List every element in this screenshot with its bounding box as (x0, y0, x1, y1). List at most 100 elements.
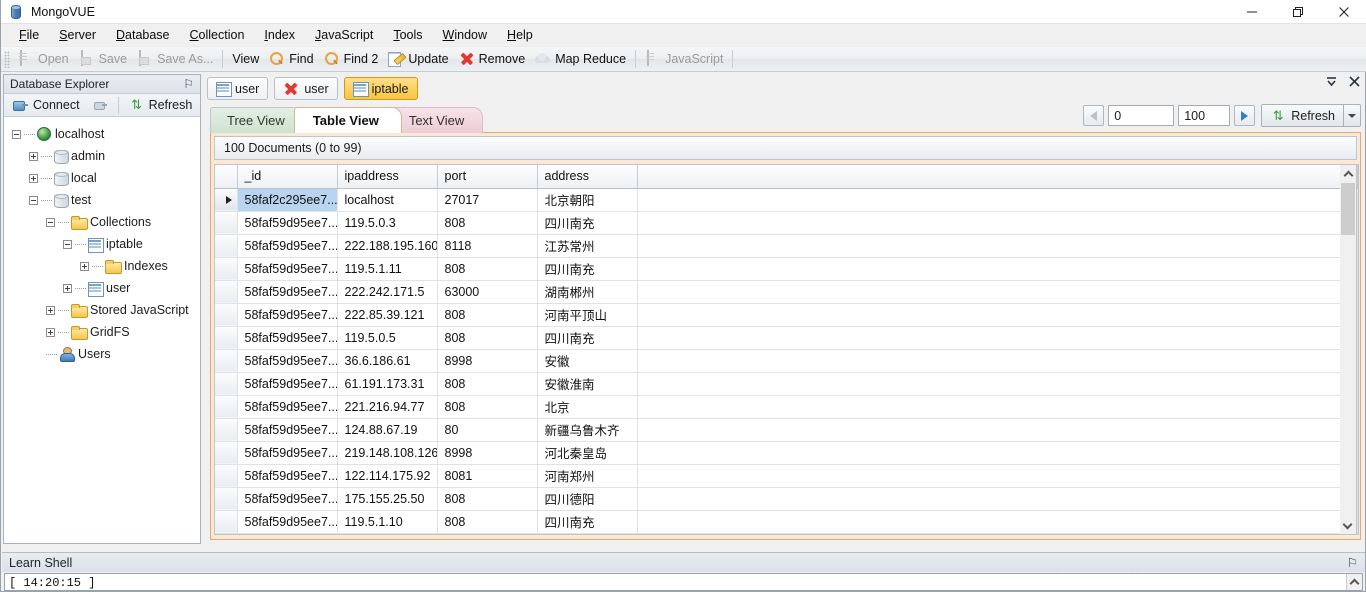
cell-id[interactable]: 58faf59d95ee7... (237, 303, 338, 327)
document-tab-iptable-2[interactable]: iptable (343, 77, 418, 100)
table-row[interactable]: 58faf59d95ee7... 222.242.171.5 63000 湖南郴州 (215, 280, 1358, 304)
view-button[interactable]: View (227, 49, 264, 70)
row-selector-cell[interactable] (215, 349, 238, 373)
tree-expander[interactable] (63, 283, 72, 293)
row-selector-cell[interactable] (215, 257, 238, 281)
menu-window[interactable]: Window (433, 25, 497, 46)
cell-ipaddress[interactable]: 119.5.0.5 (337, 326, 438, 350)
cell-ipaddress[interactable]: 222.85.39.121 (337, 303, 438, 327)
remove-button[interactable]: Remove (454, 49, 531, 70)
cell-port[interactable]: 8118 (437, 234, 538, 258)
row-selector-cell[interactable] (215, 211, 238, 235)
cell-id[interactable]: 58faf59d95ee7... (237, 395, 338, 419)
tree-expander[interactable] (29, 151, 38, 161)
cell-ipaddress[interactable]: 119.5.1.11 (337, 257, 438, 281)
cell-port[interactable]: 27017 (437, 188, 538, 212)
cell-address[interactable]: 新疆乌鲁木齐 (537, 418, 638, 442)
scrollbar-thumb[interactable] (1341, 183, 1355, 235)
menu-help[interactable]: Help (497, 25, 543, 46)
cell-id[interactable]: 58faf59d95ee7... (237, 257, 338, 281)
cell-address[interactable]: 北京 (537, 395, 638, 419)
table-row[interactable]: 58faf59d95ee7... 175.155.25.50 808 四川德阳 (215, 487, 1358, 511)
row-selector-cell[interactable] (215, 326, 238, 350)
tab-tree-view[interactable]: Tree View (210, 107, 304, 133)
row-selector-cell[interactable] (215, 441, 238, 465)
cell-ipaddress[interactable]: 119.5.1.10 (337, 510, 438, 534)
tree-item-gridfs[interactable]: GridFS (4, 321, 200, 343)
cell-id[interactable]: 58faf59d95ee7... (237, 441, 338, 465)
grid-vertical-scrollbar[interactable] (1340, 164, 1357, 535)
cell-id[interactable]: 58faf59d95ee7... (237, 418, 338, 442)
cell-address[interactable]: 四川南充 (537, 257, 638, 281)
refresh-button[interactable]: ⇅ Refresh (1261, 104, 1344, 127)
save-as-button[interactable]: Save As... (132, 49, 218, 70)
data-grid[interactable]: _id ipaddress port address 58faf2c295ee7… (214, 164, 1359, 535)
pin-icon[interactable]: ⚐ (183, 77, 194, 91)
cell-id[interactable]: 58faf59d95ee7... (237, 510, 338, 534)
menu-collection[interactable]: Collection (180, 25, 255, 46)
cell-id[interactable]: 58faf59d95ee7... (237, 211, 338, 235)
cell-ipaddress[interactable]: 61.191.173.31 (337, 372, 438, 396)
toolbar-grip[interactable] (4, 50, 10, 68)
tree-item-admin[interactable]: admin (4, 145, 200, 167)
cell-id[interactable]: 58faf2c295ee7... (237, 188, 338, 212)
tab-text-view[interactable]: Text View (391, 107, 484, 133)
row-selector-cell[interactable] (215, 418, 238, 442)
cell-address[interactable]: 河南平顶山 (537, 303, 638, 327)
shell-output[interactable]: [ 14:20:15 ] (4, 573, 1363, 591)
skip-input[interactable]: 0 (1108, 105, 1175, 126)
cell-port[interactable]: 808 (437, 510, 538, 534)
row-selector-cell[interactable] (215, 395, 238, 419)
collapse-icon[interactable] (1325, 75, 1338, 91)
row-selector-cell[interactable] (215, 280, 238, 304)
document-tab-user-0[interactable]: user (207, 77, 269, 100)
cell-address[interactable]: 安徽 (537, 349, 638, 373)
table-row[interactable]: 58faf59d95ee7... 119.5.0.5 808 四川南充 (215, 326, 1358, 350)
previous-page-button[interactable] (1083, 105, 1105, 126)
row-selector-cell[interactable] (215, 188, 238, 212)
limit-input[interactable]: 100 (1178, 105, 1231, 126)
cell-ipaddress[interactable]: localhost (337, 188, 438, 212)
column-header-address[interactable]: address (537, 165, 638, 189)
table-row[interactable]: 58faf59d95ee7... 124.88.67.19 80 新疆乌鲁木齐 (215, 418, 1358, 442)
explorer-refresh-button[interactable]: ⇅ Refresh (124, 96, 198, 115)
tree-expander[interactable] (12, 129, 21, 139)
cell-port[interactable]: 808 (437, 211, 538, 235)
table-row[interactable]: 58faf59d95ee7... 119.5.1.10 808 四川南充 (215, 510, 1358, 534)
table-row[interactable]: 58faf59d95ee7... 222.85.39.121 808 河南平顶山 (215, 303, 1358, 327)
tree-expander[interactable] (29, 195, 38, 205)
cell-ipaddress[interactable]: 119.5.0.3 (337, 211, 438, 235)
table-row[interactable]: 58faf59d95ee7... 119.5.0.3 808 四川南充 (215, 211, 1358, 235)
tree-expander[interactable] (46, 327, 55, 337)
cell-id[interactable]: 58faf59d95ee7... (237, 326, 338, 350)
table-row[interactable]: 58faf59d95ee7... 36.6.186.61 8998 安徽 (215, 349, 1358, 373)
cell-port[interactable]: 808 (437, 395, 538, 419)
connect-button[interactable]: Connect (8, 96, 85, 115)
open-button[interactable]: Open (13, 49, 74, 70)
document-tab-user-1[interactable]: user (274, 77, 338, 100)
cell-port[interactable]: 808 (437, 257, 538, 281)
cell-ipaddress[interactable]: 221.216.94.77 (337, 395, 438, 419)
tree-item-users[interactable]: Users (4, 343, 200, 365)
scroll-up-button[interactable] (1340, 165, 1356, 182)
tree-expander[interactable] (29, 173, 38, 183)
column-header-ipaddress[interactable]: ipaddress (337, 165, 438, 189)
table-row[interactable]: 58faf2c295ee7... localhost 27017 北京朝阳 (215, 188, 1358, 212)
shell-scroll-up-button[interactable] (1346, 574, 1362, 590)
minimize-button[interactable] (1229, 0, 1275, 24)
cell-port[interactable]: 808 (437, 487, 538, 511)
cell-address[interactable]: 四川德阳 (537, 487, 638, 511)
cell-port[interactable]: 8081 (437, 464, 538, 488)
menu-server[interactable]: Server (49, 25, 106, 46)
cell-ipaddress[interactable]: 222.242.171.5 (337, 280, 438, 304)
cell-ipaddress[interactable]: 36.6.186.61 (337, 349, 438, 373)
cell-ipaddress[interactable]: 122.114.175.92 (337, 464, 438, 488)
cell-id[interactable]: 58faf59d95ee7... (237, 487, 338, 511)
shell-pin-icon[interactable]: ⚐ (1347, 555, 1358, 570)
tree-item-user[interactable]: user (4, 277, 200, 299)
update-button[interactable]: Update (383, 49, 453, 70)
tree-item-local[interactable]: local (4, 167, 200, 189)
cell-id[interactable]: 58faf59d95ee7... (237, 372, 338, 396)
save-button[interactable]: Save (74, 49, 133, 70)
cell-port[interactable]: 808 (437, 372, 538, 396)
